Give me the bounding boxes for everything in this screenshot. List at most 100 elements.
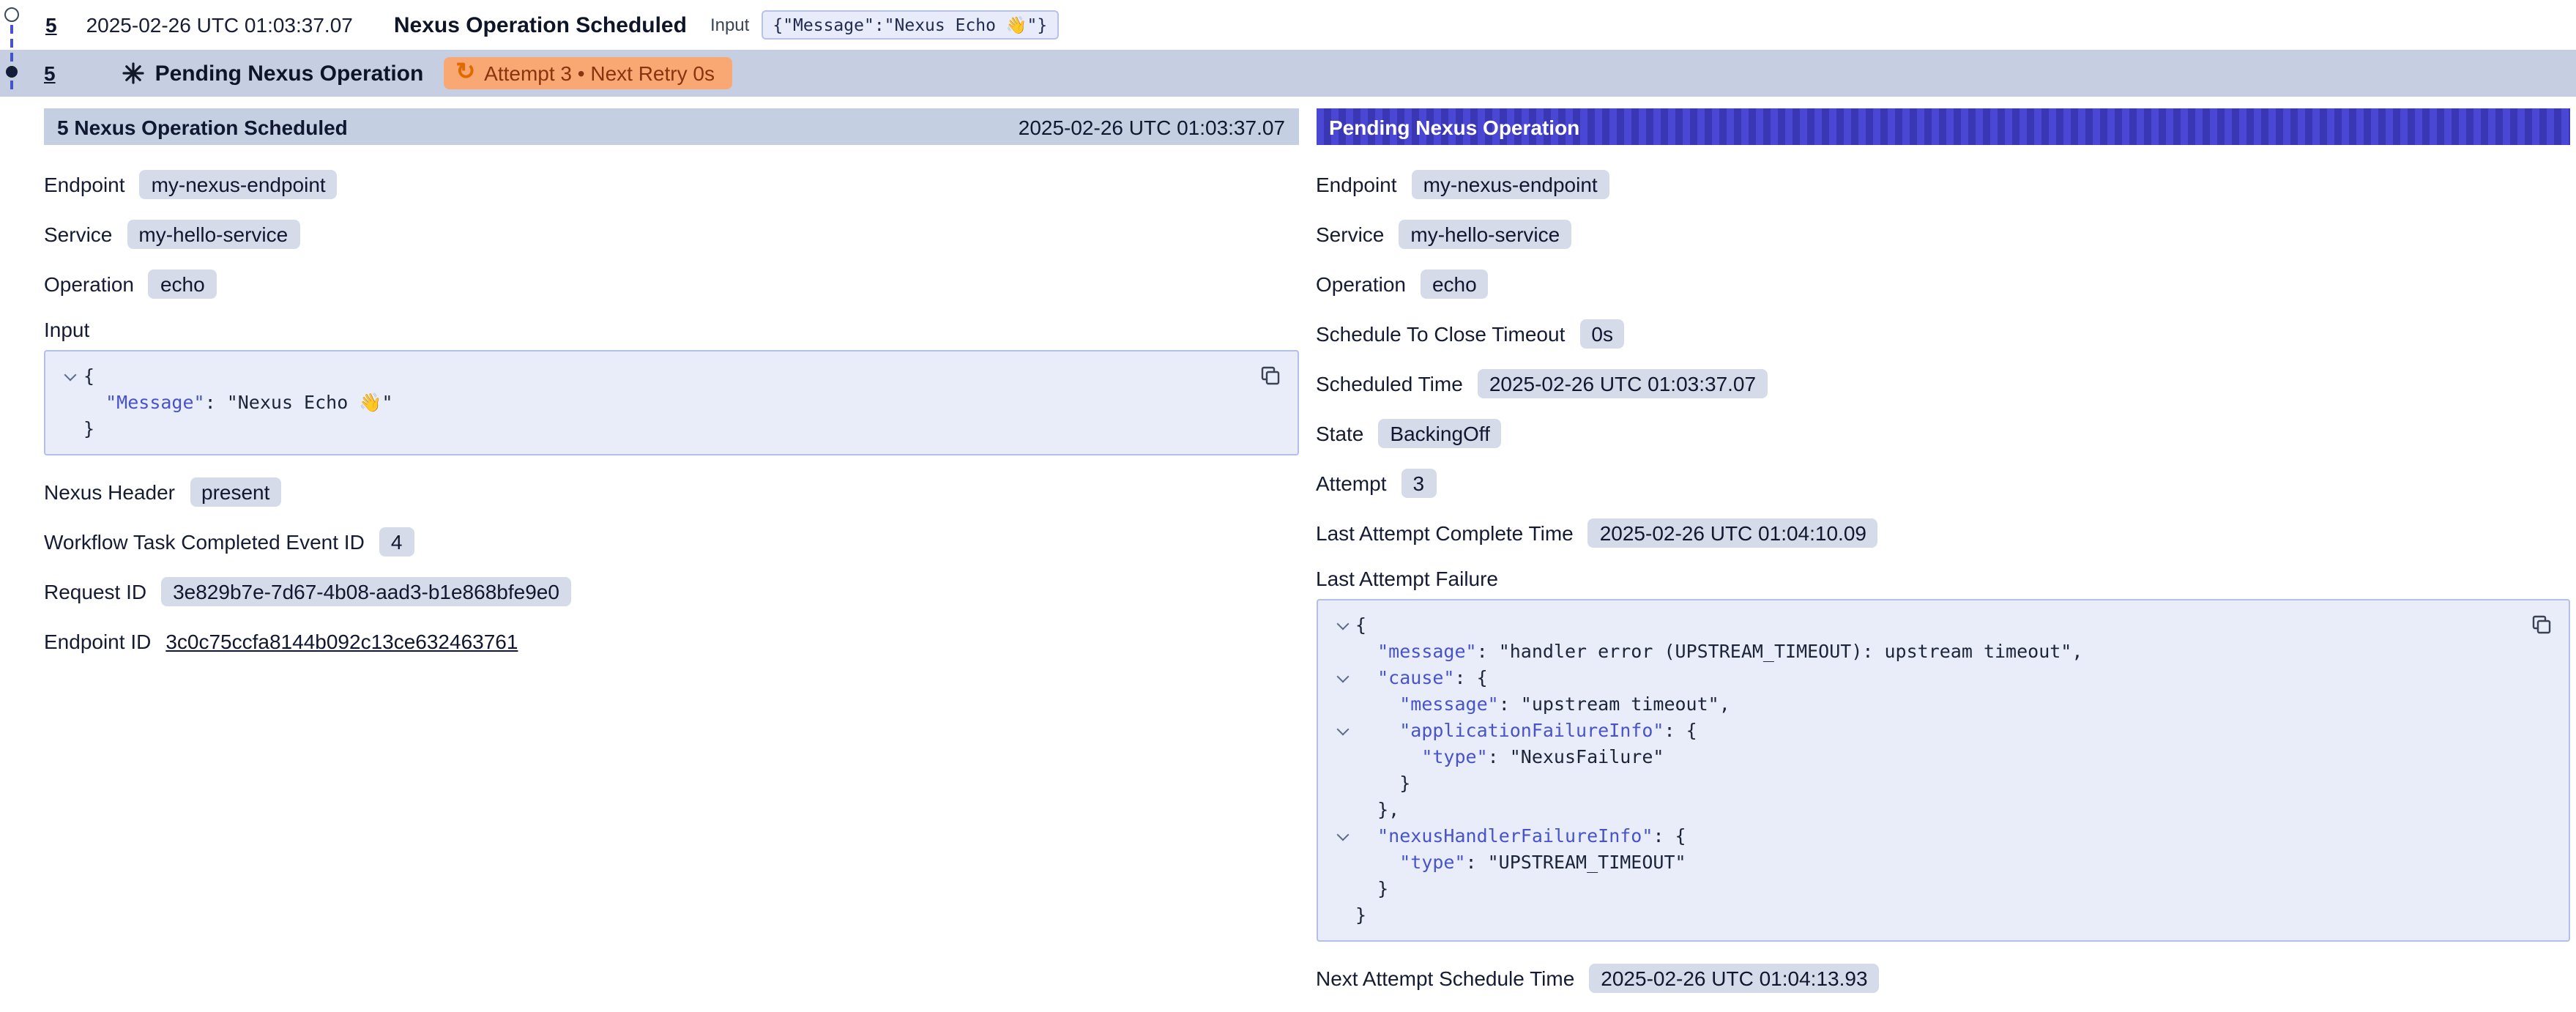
history-row-nexus-operation-scheduled[interactable]: 5 2025-02-26 UTC 01:03:37.07 Nexus Opera… bbox=[0, 0, 2576, 50]
code-line: } bbox=[1329, 770, 2516, 797]
field-schedule-to-close-timeout: Schedule To Close Timeout 0s bbox=[1316, 318, 2570, 350]
scheduled-event-panel: 5 Nexus Operation Scheduled 2025-02-26 U… bbox=[44, 108, 1298, 1012]
field-label: Scheduled Time bbox=[1316, 372, 1463, 395]
code-gutter bbox=[57, 416, 83, 442]
code-line: } bbox=[1329, 876, 2516, 902]
json-content: { "Message": "Nexus Echo 👋"} bbox=[57, 363, 1244, 442]
field-value-chip: 3 bbox=[1401, 469, 1437, 498]
field-service: Service my-hello-service bbox=[44, 218, 1298, 250]
collapse-chevron-icon[interactable] bbox=[64, 369, 77, 382]
field-label: Endpoint ID bbox=[44, 630, 151, 653]
timeline-connector bbox=[10, 25, 13, 89]
code-line: { bbox=[1329, 612, 2516, 639]
field-last-attempt-complete-time: Last Attempt Complete Time 2025-02-26 UT… bbox=[1316, 517, 2570, 549]
pending-asterisk-icon bbox=[122, 62, 145, 85]
event-title: Pending Nexus Operation bbox=[155, 61, 424, 86]
field-service: Service my-hello-service bbox=[1316, 218, 2570, 250]
collapse-chevron-icon[interactable] bbox=[1336, 671, 1349, 683]
field-value-chip: 2025-02-26 UTC 01:03:37.07 bbox=[1478, 369, 1768, 398]
code-gutter bbox=[1329, 902, 1355, 929]
event-detail-panels: 5 Nexus Operation Scheduled 2025-02-26 U… bbox=[44, 108, 2570, 1012]
field-value-chip: 3e829b7e-7d67-4b08-aad3-b1e868bfe9e0 bbox=[161, 577, 571, 606]
last-attempt-failure-label: Last Attempt Failure bbox=[1316, 567, 2570, 590]
code-gutter bbox=[1329, 797, 1355, 823]
code-gutter bbox=[1329, 770, 1355, 797]
retry-icon: ↻ bbox=[455, 63, 475, 83]
field-value-chip: present bbox=[190, 477, 281, 507]
scheduled-panel-body: Endpoint my-nexus-endpoint Service my-he… bbox=[44, 145, 1298, 658]
code-gutter bbox=[1329, 691, 1355, 718]
code-line: }, bbox=[1329, 797, 2516, 823]
field-value-chip: 0s bbox=[1579, 319, 1625, 349]
field-label: Next Attempt Schedule Time bbox=[1316, 967, 1574, 990]
code-gutter bbox=[1329, 639, 1355, 665]
code-gutter bbox=[1329, 665, 1355, 691]
code-gutter bbox=[57, 363, 83, 390]
collapse-chevron-icon[interactable] bbox=[1336, 618, 1349, 630]
pending-panel-header: Pending Nexus Operation bbox=[1316, 108, 2570, 145]
field-value-chip: my-hello-service bbox=[1399, 220, 1571, 249]
field-label: State bbox=[1316, 422, 1363, 445]
field-endpoint: Endpoint my-nexus-endpoint bbox=[1316, 168, 2570, 201]
field-label: Operation bbox=[1316, 272, 1406, 296]
field-endpoint: Endpoint my-nexus-endpoint bbox=[44, 168, 1298, 201]
field-operation: Operation echo bbox=[44, 268, 1298, 300]
input-section-label: Input bbox=[44, 318, 1298, 341]
collapse-chevron-icon[interactable] bbox=[1336, 829, 1349, 841]
pending-panel-body: Endpoint my-nexus-endpoint Service my-he… bbox=[1316, 145, 2570, 994]
retry-badge-label: Attempt 3 • Next Retry 0s bbox=[484, 62, 715, 85]
field-label: Attempt bbox=[1316, 472, 1387, 495]
field-label: Schedule To Close Timeout bbox=[1316, 322, 1565, 346]
field-label: Service bbox=[1316, 223, 1384, 246]
field-value-chip: 4 bbox=[379, 527, 414, 557]
field-value-chip: 2025-02-26 UTC 01:04:13.93 bbox=[1589, 964, 1879, 993]
pending-operation-panel: Pending Nexus Operation Endpoint my-nexu… bbox=[1316, 108, 2570, 1012]
input-label: Input bbox=[710, 15, 749, 35]
code-line: "message": "upstream timeout", bbox=[1329, 691, 2516, 718]
field-operation: Operation echo bbox=[1316, 268, 2570, 300]
code-line: "applicationFailureInfo": { bbox=[1329, 718, 2516, 744]
field-value-chip: echo bbox=[149, 269, 217, 299]
code-gutter bbox=[1329, 718, 1355, 744]
code-line: "message": "handler error (UPSTREAM_TIME… bbox=[1329, 639, 2516, 665]
collapse-chevron-icon[interactable] bbox=[1336, 723, 1349, 736]
code-gutter bbox=[1329, 876, 1355, 902]
event-timestamp: 2025-02-26 UTC 01:03:37.07 bbox=[86, 13, 353, 37]
event-history-screen: 5 2025-02-26 UTC 01:03:37.07 Nexus Opera… bbox=[0, 0, 2576, 956]
endpoint-id-link[interactable]: 3c0c75ccfa8144b092c13ce632463761 bbox=[165, 630, 518, 653]
field-value-chip: BackingOff bbox=[1378, 419, 1501, 448]
history-row-pending-nexus-operation[interactable]: 5 Pending Nexus Operation ↻ Attempt 3 • … bbox=[0, 50, 2576, 97]
code-gutter bbox=[1329, 823, 1355, 849]
event-id-link[interactable]: 5 bbox=[44, 62, 56, 85]
timeline-node-icon bbox=[4, 7, 19, 22]
code-gutter bbox=[1329, 612, 1355, 639]
code-gutter bbox=[1329, 744, 1355, 770]
code-line: { bbox=[57, 363, 1244, 390]
copy-icon[interactable] bbox=[1256, 362, 1284, 394]
field-request-id: Request ID 3e829b7e-7d67-4b08-aad3-b1e86… bbox=[44, 576, 1298, 608]
scheduled-panel-header: 5 Nexus Operation Scheduled 2025-02-26 U… bbox=[44, 108, 1298, 145]
code-line: "type": "UPSTREAM_TIMEOUT" bbox=[1329, 849, 2516, 876]
field-label: Last Attempt Complete Time bbox=[1316, 521, 1574, 545]
input-json-block: { "Message": "Nexus Echo 👋"} bbox=[44, 350, 1298, 455]
input-preview-chip: {"Message":"Nexus Echo 👋"} bbox=[761, 10, 1059, 40]
panel-timestamp: 2025-02-26 UTC 01:03:37.07 bbox=[1019, 115, 1285, 138]
field-endpoint-id: Endpoint ID 3c0c75ccfa8144b092c13ce63246… bbox=[44, 625, 1298, 658]
field-value-chip: echo bbox=[1421, 269, 1489, 299]
event-id-link[interactable]: 5 bbox=[45, 13, 57, 37]
code-line: "type": "NexusFailure" bbox=[1329, 744, 2516, 770]
field-value-chip: my-hello-service bbox=[127, 220, 299, 249]
code-line: "Message": "Nexus Echo 👋" bbox=[57, 390, 1244, 416]
copy-icon[interactable] bbox=[2528, 611, 2555, 643]
field-scheduled-time: Scheduled Time 2025-02-26 UTC 01:03:37.0… bbox=[1316, 368, 2570, 400]
code-line: } bbox=[57, 416, 1244, 442]
field-attempt: Attempt 3 bbox=[1316, 467, 2570, 499]
field-label: Endpoint bbox=[44, 173, 125, 196]
field-label: Nexus Header bbox=[44, 480, 175, 504]
timeline-rail bbox=[0, 0, 29, 105]
field-nexus-header: Nexus Header present bbox=[44, 476, 1298, 508]
field-value-chip: my-nexus-endpoint bbox=[140, 170, 338, 199]
code-line: } bbox=[1329, 902, 2516, 929]
json-content: { "message": "handler error (UPSTREAM_TI… bbox=[1329, 612, 2516, 929]
field-workflow-task-completed-event-id: Workflow Task Completed Event ID 4 bbox=[44, 526, 1298, 558]
